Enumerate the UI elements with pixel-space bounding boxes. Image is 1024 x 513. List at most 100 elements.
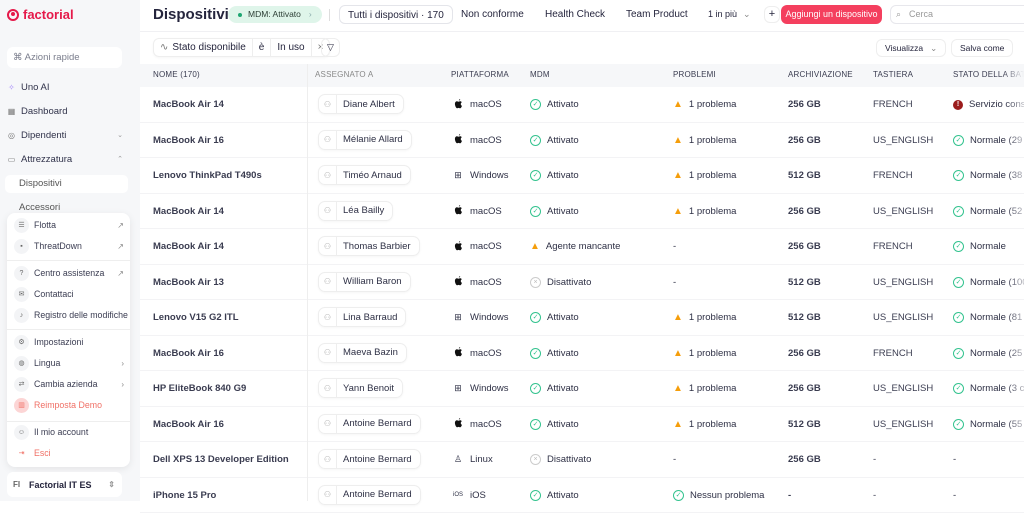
menu-item-impostazioni[interactable]: ⚙Impostazioni: [7, 332, 130, 352]
quick-actions-button[interactable]: ⌘ Azioni rapide: [7, 47, 122, 68]
column-header-stato-batteria[interactable]: STATO DELLA BATT: [953, 70, 1024, 79]
keyboard: US_ENGLISH: [873, 407, 933, 442]
sidebar-item-uno-ai[interactable]: ✧Uno AI: [7, 77, 129, 97]
check-circle-icon: ✓: [953, 241, 964, 252]
apple-icon: [451, 99, 465, 111]
platform: macOS: [470, 206, 502, 217]
save-as-button[interactable]: Salva come: [951, 39, 1013, 57]
factorial-logo[interactable]: factorial: [7, 7, 74, 22]
column-header-nome[interactable]: NOME (170): [153, 70, 200, 79]
menu-item-contattaci[interactable]: ✉Contattaci: [7, 284, 130, 304]
sidebar-item-dipendenti[interactable]: ◎Dipendenti⌄: [7, 125, 129, 145]
warning-icon: ▲: [673, 170, 683, 181]
table-row[interactable]: MacBook Air 13⚇William BaronmacOS×Disatt…: [140, 265, 1024, 301]
assignee-chip[interactable]: ⚇William Baron: [318, 272, 411, 292]
device-name[interactable]: MacBook Air 16: [153, 123, 224, 158]
table-row[interactable]: MacBook Air 16⚇Maeva BazinmacOS✓Attivato…: [140, 336, 1024, 372]
assignee-chip[interactable]: ⚇Léa Bailly: [318, 201, 393, 221]
menu-item-reimposta-demo[interactable]: ▥Reimposta Demo: [7, 395, 130, 415]
tab-health-check[interactable]: Health Check: [537, 5, 613, 24]
search-input[interactable]: ⌕Cerca: [890, 5, 1024, 24]
column-header-tastiera[interactable]: TASTIERA: [873, 70, 913, 79]
view-dropdown[interactable]: Visualizza⌄: [876, 39, 946, 57]
warning-icon: ▲: [673, 206, 683, 217]
device-name[interactable]: iPhone 15 Pro: [153, 478, 216, 513]
assignee-chip[interactable]: ⚇Antoine Bernard: [318, 414, 421, 434]
filter-chip[interactable]: ∿Stato disponibile è In uso ×: [153, 38, 330, 57]
mdm-status: Attivato: [547, 170, 579, 181]
device-name[interactable]: Lenovo V15 G2 ITL: [153, 300, 239, 335]
tab-team-product[interactable]: Team Product: [618, 5, 696, 24]
assignee-chip[interactable]: ⚇Maeva Bazin: [318, 343, 407, 363]
assignee-chip[interactable]: ⚇Timéo Arnaud: [318, 165, 411, 185]
assignee-chip[interactable]: ⚇Mélanie Allard: [318, 130, 412, 150]
table-row[interactable]: Lenovo V15 G2 ITL⚇Lina Barraud⊞Windows✓A…: [140, 300, 1024, 336]
tab-more[interactable]: 1 in più⌄: [700, 5, 759, 24]
menu-item-threatdown[interactable]: ▪ThreatDown↗: [7, 236, 130, 256]
mdm-status: Attivato: [547, 135, 579, 146]
check-circle-icon: ✓: [953, 348, 964, 359]
tab-non-conforme[interactable]: Non conforme: [453, 5, 532, 24]
table-row[interactable]: HP EliteBook 840 G9⚇Yann Benoit⊞Windows✓…: [140, 371, 1024, 407]
assignee-chip[interactable]: ⚇Thomas Barbier: [318, 236, 420, 256]
table-row[interactable]: MacBook Air 14⚇Diane AlbertmacOS✓Attivat…: [140, 87, 1024, 123]
table-row[interactable]: MacBook Air 16⚇Antoine BernardmacOS✓Atti…: [140, 407, 1024, 443]
menu-item-lingua[interactable]: ◍Lingua›: [7, 353, 130, 373]
menu-item-esci[interactable]: ⇥Esci: [7, 443, 130, 463]
table-row[interactable]: MacBook Air 14⚇Thomas BarbiermacOS▲Agent…: [140, 229, 1024, 265]
table-row[interactable]: iPhone 15 Pro⚇Antoine BernardiOSiOS✓Atti…: [140, 478, 1024, 513]
table-row[interactable]: Lenovo ThinkPad T490s⚇Timéo Arnaud⊞Windo…: [140, 158, 1024, 194]
external-link-icon: ↗: [117, 242, 124, 251]
menu-item-il-mio-account[interactable]: ☺Il mio account: [7, 422, 130, 442]
mdm-status-badge[interactable]: MDM: Attivato›: [228, 6, 322, 23]
sidebar-item-dispositivi[interactable]: Dispositivi: [5, 175, 128, 193]
column-header-mdm[interactable]: MDM: [530, 70, 550, 79]
device-name[interactable]: Lenovo ThinkPad T490s: [153, 158, 262, 193]
filter-field[interactable]: ∿Stato disponibile: [154, 39, 253, 56]
platform: macOS: [470, 419, 502, 430]
menu-item-cambia-azienda[interactable]: ⇄Cambia azienda›: [7, 374, 130, 394]
battery-status: Servizio cons: [969, 99, 1024, 110]
issues: 1 problema: [689, 348, 737, 359]
mdm-status: Attivato: [547, 419, 579, 430]
storage: 512 GB: [788, 265, 821, 300]
assignee-chip[interactable]: ⚇Antoine Bernard: [318, 449, 421, 469]
menu-item-registro-modifiche[interactable]: ♪Registro delle modifiche: [7, 305, 130, 325]
sidebar-item-dashboard[interactable]: ▦Dashboard: [7, 101, 129, 121]
column-header-piattaforma[interactable]: PIATTAFORMA: [451, 70, 509, 79]
table-row[interactable]: MacBook Air 14⚇Léa BaillymacOS✓Attivato▲…: [140, 194, 1024, 230]
device-name[interactable]: HP EliteBook 840 G9: [153, 371, 246, 406]
menu-item-centro-assistenza[interactable]: ?Centro assistenza↗: [7, 263, 130, 283]
check-circle-icon: ✓: [953, 383, 964, 394]
device-name[interactable]: Dell XPS 13 Developer Edition: [153, 442, 289, 477]
add-device-button[interactable]: Aggiungi un dispositivo: [781, 5, 882, 24]
issues: 1 problema: [689, 99, 737, 110]
table-row[interactable]: Dell XPS 13 Developer Edition ⚇Antoine Be…: [140, 442, 1024, 478]
menu-item-flotta[interactable]: ☰Flotta↗: [7, 215, 130, 235]
mdm-status: Disattivato: [547, 277, 591, 288]
device-name[interactable]: MacBook Air 14: [153, 87, 224, 122]
sidebar-item-attrezzatura[interactable]: ▭Attrezzatura⌃: [7, 149, 129, 169]
filter-operator[interactable]: è: [253, 39, 272, 56]
column-header-assegnato[interactable]: ASSEGNATO A: [315, 70, 373, 79]
table-row[interactable]: MacBook Air 16⚇Mélanie AllardmacOS✓Attiv…: [140, 123, 1024, 159]
filter-value[interactable]: In uso: [271, 39, 311, 56]
company-switcher[interactable]: FIFactorial IT ES⇕: [7, 472, 122, 497]
column-header-archiviazione[interactable]: ARCHIVIAZIONE: [788, 70, 853, 79]
assignee-chip[interactable]: ⚇Antoine Bernard: [318, 485, 421, 505]
add-tab-button[interactable]: +: [764, 6, 780, 23]
assignee-chip[interactable]: ⚇Lina Barraud: [318, 307, 406, 327]
device-name[interactable]: MacBook Air 14: [153, 194, 224, 229]
assignee-chip[interactable]: ⚇Yann Benoit: [318, 378, 403, 398]
mdm-status: Disattivato: [547, 454, 591, 465]
device-name[interactable]: MacBook Air 13: [153, 265, 224, 300]
assignee-chip[interactable]: ⚇Diane Albert: [318, 94, 404, 114]
mdm-status: Attivato: [547, 206, 579, 217]
device-name[interactable]: MacBook Air 16: [153, 407, 224, 442]
device-name[interactable]: MacBook Air 14: [153, 229, 224, 264]
tab-tutti-i-dispositivi[interactable]: Tutti i dispositivi · 170: [339, 5, 453, 24]
column-header-problemi[interactable]: PROBLEMI: [673, 70, 716, 79]
battery-status: -: [953, 490, 956, 501]
device-name[interactable]: MacBook Air 16: [153, 336, 224, 371]
filter-icon[interactable]: ▽: [321, 38, 340, 57]
